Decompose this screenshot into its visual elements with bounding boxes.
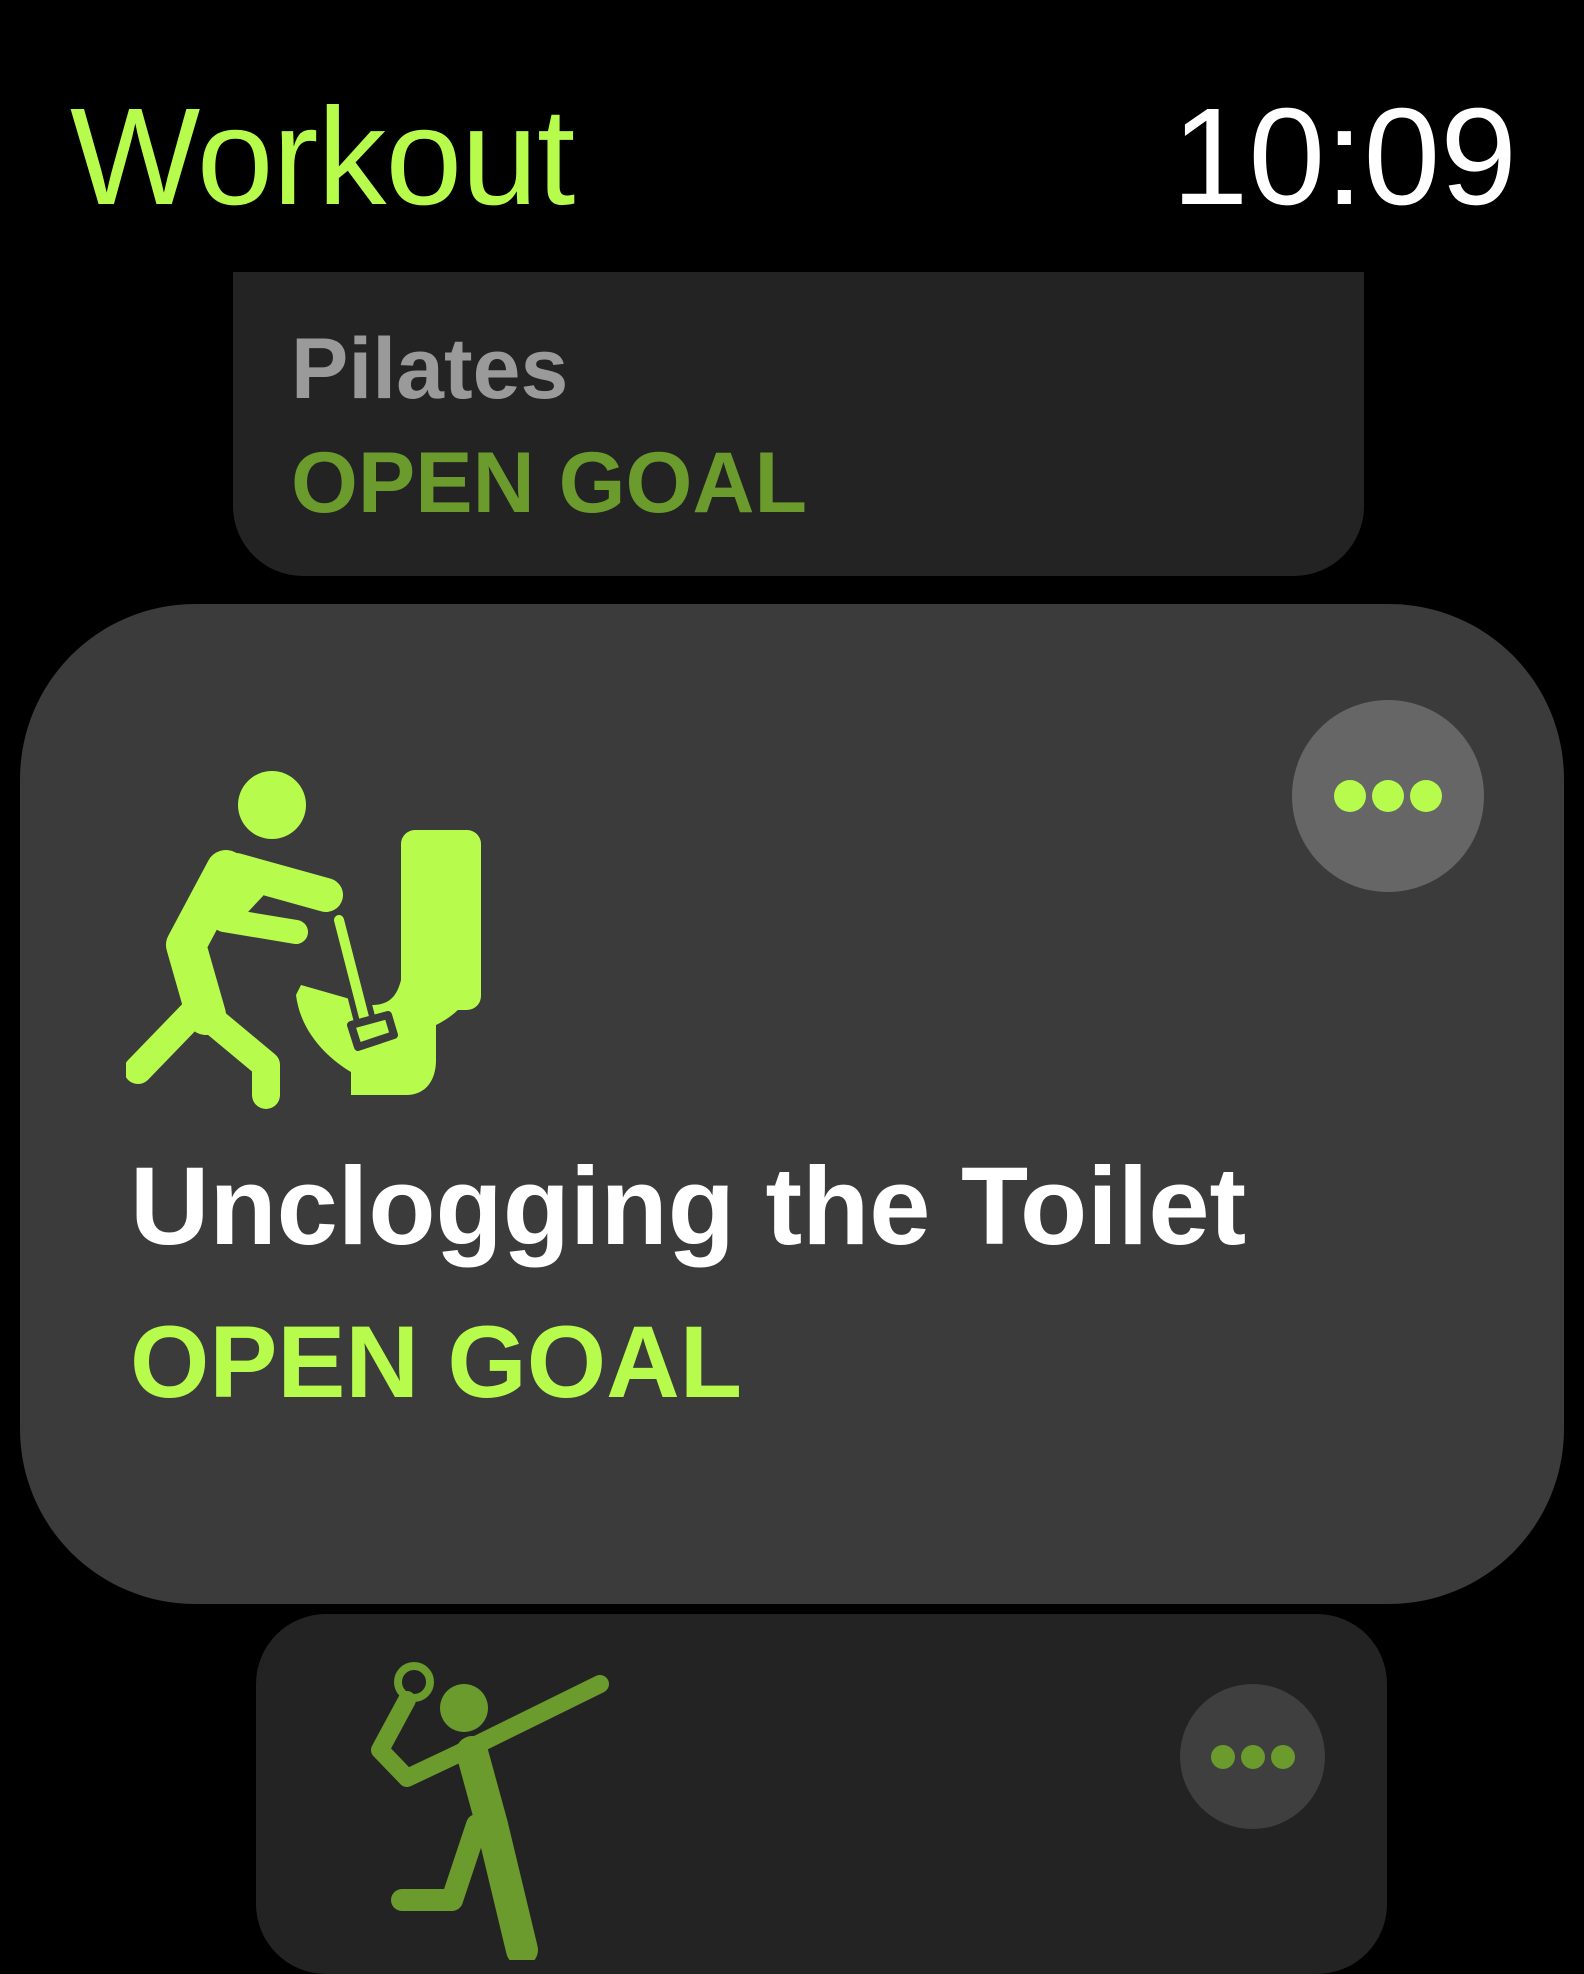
app-title: Workout: [70, 80, 575, 234]
workout-card-unclogging-toilet[interactable]: Unclogging the Toilet OPEN GOAL: [20, 604, 1564, 1604]
workout-title: Unclogging the Toilet: [130, 1145, 1247, 1268]
ellipsis-icon: [1334, 780, 1442, 812]
more-options-button[interactable]: [1292, 700, 1484, 892]
workout-card-volleyball[interactable]: [256, 1614, 1387, 1974]
more-options-button[interactable]: [1180, 1684, 1325, 1829]
volleyball-player-icon: [371, 1662, 609, 1960]
workout-card-pilates[interactable]: Pilates OPEN GOAL: [233, 272, 1364, 576]
workout-goal: OPEN GOAL: [291, 435, 808, 531]
clock: 10:09: [1171, 80, 1517, 234]
plunger-toilet-icon: [126, 771, 481, 1109]
workout-title: Pilates: [291, 321, 569, 417]
workout-goal: OPEN GOAL: [130, 1305, 743, 1419]
ellipsis-icon: [1210, 1744, 1295, 1769]
